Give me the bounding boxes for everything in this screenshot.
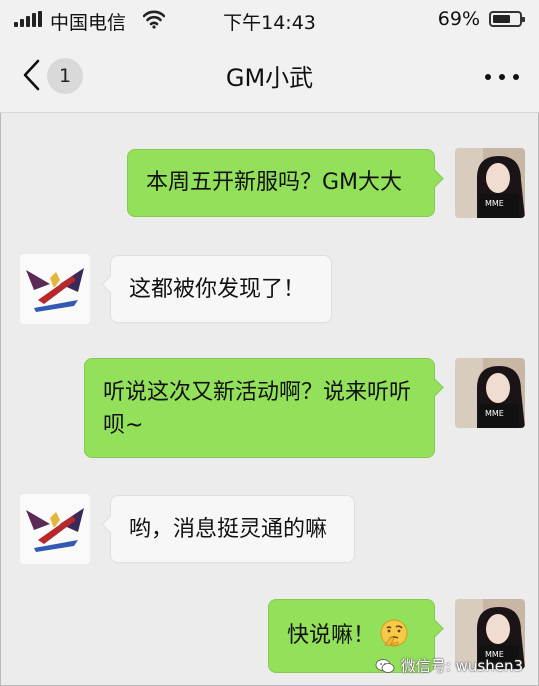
contact-avatar[interactable]: [20, 494, 90, 564]
chat-header: 1 GM小武: [0, 40, 539, 113]
chat-title: GM小武: [225, 64, 314, 92]
message-bubble-sent[interactable]: 本周五开新服吗？GM大大: [127, 149, 444, 217]
battery-icon: [489, 11, 525, 27]
my-avatar[interactable]: MME: [455, 148, 525, 218]
status-bar: 中国电信 下午14:43 69%: [0, 0, 539, 40]
svg-text:MME: MME: [485, 409, 504, 418]
message-bubble-received[interactable]: 哟，消息挺灵通的嘛: [101, 495, 355, 563]
wechat-logo-icon: [375, 659, 395, 673]
more-options-icon[interactable]: [485, 74, 519, 80]
battery-percentage: 69%: [437, 8, 480, 30]
wechat-watermark: 微信号: wushen3: [375, 655, 523, 676]
watermark-text: 微信号: wushen3: [400, 657, 523, 675]
message-bubble-sent[interactable]: 听说这次又新活动啊？说来听听呗~: [84, 358, 444, 458]
message-bubble-received[interactable]: 这都被你发现了！: [101, 255, 332, 323]
my-avatar[interactable]: MME: [455, 358, 525, 428]
thinking-face-emoji: [380, 619, 408, 647]
svg-text:MME: MME: [485, 199, 504, 208]
contact-avatar[interactable]: [20, 254, 90, 324]
